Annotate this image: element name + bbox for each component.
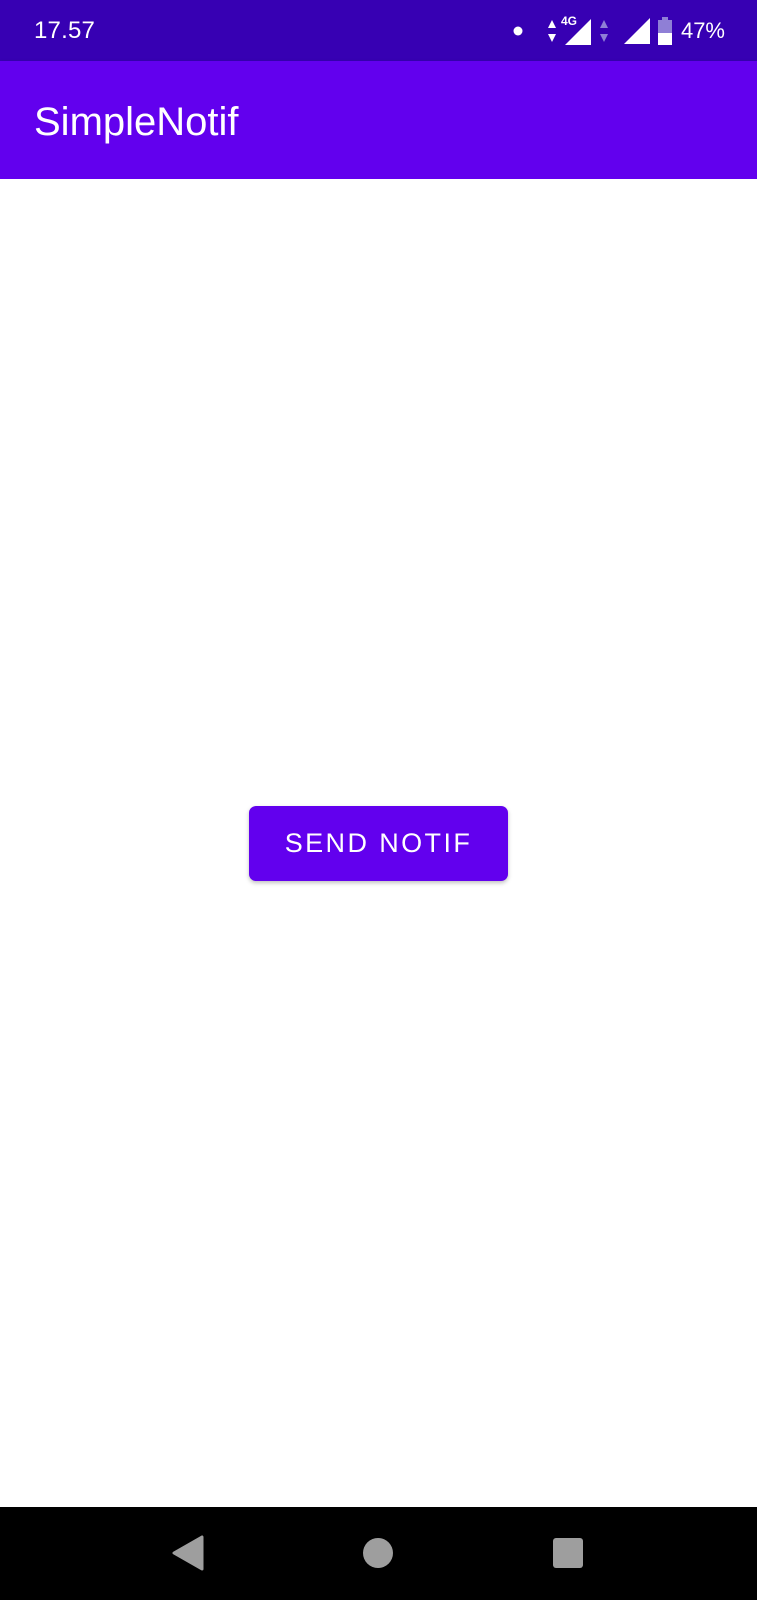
battery-icon [657,17,673,45]
app-bar: SimpleNotif [0,61,757,179]
recents-icon [553,1538,583,1568]
status-time: 17.57 [34,17,96,44]
back-icon [172,1535,204,1571]
app-screen: 17.57 4G 47% SimpleNotif SEND NOTIF [0,0,757,1600]
signal-icon [623,17,651,45]
back-button[interactable] [160,1525,216,1581]
battery-percent: 47% [680,18,725,43]
data-arrows-inactive-icon [599,19,609,43]
recents-button[interactable] [540,1525,596,1581]
data-arrows-icon [547,19,557,43]
status-icons: 4G 47% [513,14,725,46]
network-type-label: 4G [560,14,577,28]
navigation-bar [0,1507,757,1600]
home-button[interactable] [350,1525,406,1581]
app-title: SimpleNotif [34,100,239,144]
notification-dot-icon [513,26,523,36]
signal-4g-icon: 4G [559,14,593,46]
status-bar: 17.57 4G 47% [0,0,757,61]
send-notif-button[interactable]: SEND NOTIF [249,806,508,881]
home-icon [363,1538,393,1568]
